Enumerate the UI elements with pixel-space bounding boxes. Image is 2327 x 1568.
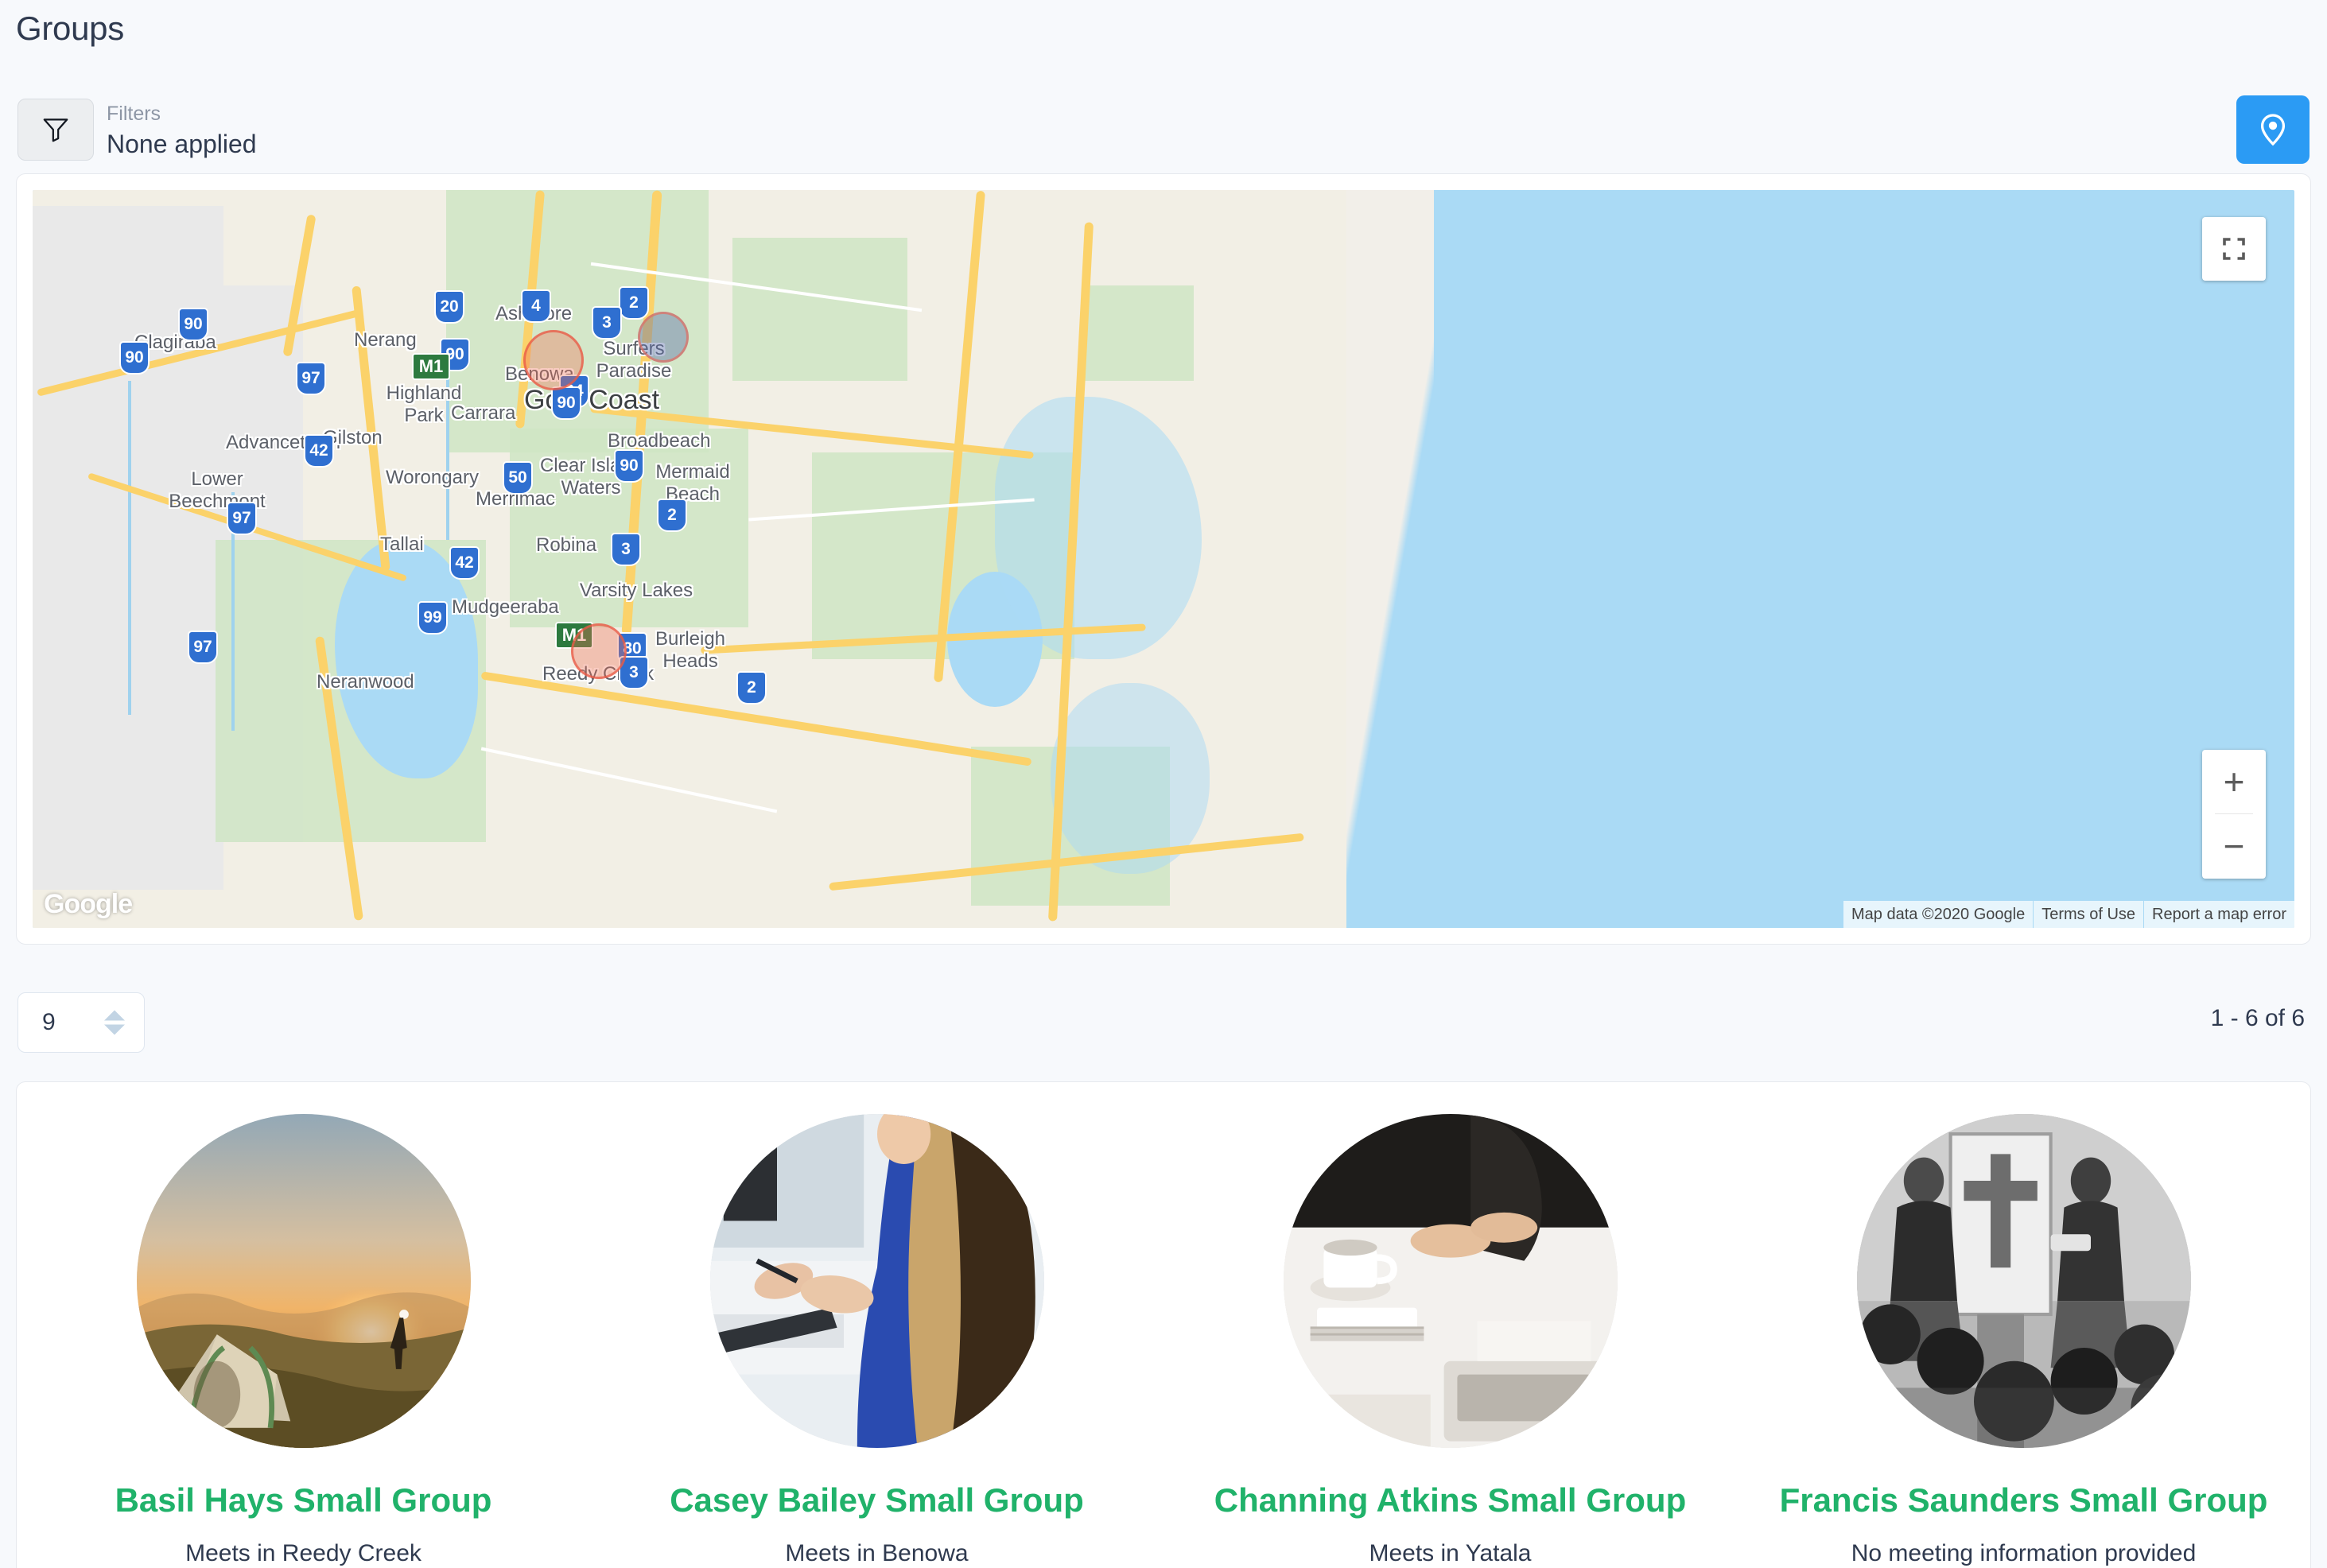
filter-summary: Filters None applied [107, 100, 257, 161]
group-meeting-info: Meets in Yatala [1369, 1540, 1532, 1566]
map-group-marker[interactable] [638, 312, 689, 363]
stepper-down-icon[interactable] [104, 1024, 125, 1035]
map-place-label: Neranwood [317, 671, 414, 693]
map-place-label: Tallai [380, 534, 424, 555]
map-place-label: Gold Coast [524, 385, 660, 415]
map-route-shield: 3 [611, 533, 641, 566]
filters-label: Filters [107, 103, 161, 125]
map-pin-icon [2260, 114, 2286, 146]
filter-bar: Filters None applied [0, 86, 2327, 165]
per-page-value: 9 [42, 1009, 56, 1035]
map-panel: ClagirabaAshmoreNerangSurfers ParadiseBe… [16, 173, 2311, 945]
map-coastline [1346, 190, 1434, 928]
map-route-shield: 90 [119, 341, 150, 375]
map-route-shield: 97 [296, 362, 326, 395]
map-route-shield: 2 [657, 499, 687, 532]
zoom-in-button[interactable]: + [2202, 750, 2266, 813]
map-route-shield: 90 [551, 386, 581, 420]
map-place-label: Lower Beechmont [169, 468, 266, 512]
map-route-shield: 90 [614, 449, 644, 483]
report-map-error-link[interactable]: Report a map error [2144, 901, 2294, 928]
fullscreen-icon [2223, 238, 2245, 260]
google-logo: Google [44, 889, 133, 919]
map-route-shield: 90 [178, 308, 208, 341]
map-route-shield: 97 [227, 502, 257, 535]
group-card[interactable]: Francis Saunders Small Group No meeting i… [1737, 1114, 2310, 1568]
map-data-attribution: Map data ©2020 Google [1843, 901, 2034, 928]
map-green-area [732, 238, 907, 381]
page-title: Groups [16, 10, 124, 47]
stepper-up-icon[interactable] [104, 1010, 125, 1021]
group-card[interactable]: Casey Bailey Small Group Meets in Benowa [590, 1114, 1164, 1568]
terms-of-use-link[interactable]: Terms of Use [2034, 901, 2144, 928]
map-canvas[interactable]: ClagirabaAshmoreNerangSurfers ParadiseBe… [33, 190, 2294, 928]
map-route-shield: M1 [412, 353, 450, 380]
group-title-link[interactable]: Casey Bailey Small Group [670, 1481, 1084, 1519]
group-title-link[interactable]: Francis Saunders Small Group [1780, 1481, 2268, 1519]
avatar[interactable] [1283, 1114, 1618, 1448]
map-route-shield: 99 [418, 601, 448, 635]
result-range: 1 - 6 of 6 [2210, 1005, 2305, 1031]
map-place-label: Robina [536, 534, 597, 556]
map-route-shield: 42 [449, 546, 480, 580]
map-river [128, 381, 131, 715]
stepper-icon[interactable] [104, 1010, 125, 1035]
group-card[interactable]: Channing Atkins Small Group Meets in Yata… [1164, 1114, 1737, 1568]
map-place-label: Nerang [354, 329, 417, 351]
zoom-controls[interactable]: + − [2202, 750, 2266, 879]
per-page-select[interactable]: 9 [17, 992, 145, 1053]
map-pin-button[interactable] [2236, 95, 2310, 164]
avatar[interactable] [136, 1114, 471, 1448]
pager-row: 9 1 - 6 of 6 [0, 976, 2327, 1064]
avatar[interactable] [709, 1114, 1044, 1448]
groups-page: Groups Filters None applied Clagiraba Ne… [0, 0, 2327, 1568]
avatar[interactable] [1856, 1114, 2191, 1448]
fullscreen-button[interactable] [2202, 217, 2266, 281]
map-group-marker[interactable] [571, 623, 627, 679]
map-place-label: Mudgeeraba [452, 596, 559, 618]
map-route-shield: 50 [503, 461, 533, 495]
map-route-shield: 97 [188, 631, 218, 664]
map-route-shield: 2 [619, 286, 649, 320]
filter-button[interactable] [17, 99, 94, 161]
groups-card-grid: Basil Hays Small Group Meets in Reedy Cre… [16, 1081, 2311, 1568]
group-title-link[interactable]: Channing Atkins Small Group [1214, 1481, 1686, 1519]
map-place-label: Varsity Lakes [579, 580, 693, 601]
map-route-shield: 20 [434, 290, 464, 324]
filters-value: None applied [107, 130, 257, 158]
zoom-out-button[interactable]: − [2202, 814, 2266, 878]
map-route-shield: 3 [592, 306, 622, 340]
map-place-label: Mermaid Beach [655, 461, 730, 505]
funnel-icon [43, 118, 68, 142]
group-card[interactable]: Basil Hays Small Group Meets in Reedy Cre… [17, 1114, 590, 1568]
map-place-label: Worongary [386, 467, 479, 488]
map-green-area [1082, 285, 1194, 381]
group-meeting-info: Meets in Benowa [785, 1540, 969, 1566]
map-route-shield: 42 [304, 434, 334, 468]
group-meeting-info: Meets in Reedy Creek [185, 1540, 422, 1566]
map-route-shield: 2 [736, 671, 767, 704]
map-attribution: Map data ©2020 Google Terms of Use Repor… [1843, 901, 2294, 928]
map-group-marker[interactable] [523, 330, 584, 390]
group-meeting-info: No meeting information provided [1851, 1540, 2197, 1566]
map-place-label: Carrara [451, 402, 516, 424]
group-title-link[interactable]: Basil Hays Small Group [115, 1481, 492, 1519]
map-route-shield: 4 [521, 289, 551, 323]
